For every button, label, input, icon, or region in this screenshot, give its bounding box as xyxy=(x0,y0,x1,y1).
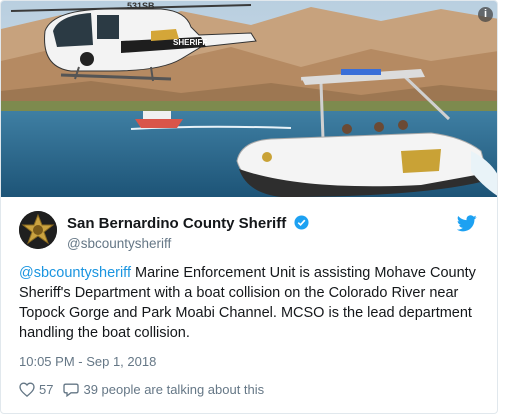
account-handle[interactable]: @sbcountysheriff xyxy=(67,236,171,251)
twitter-bird-icon[interactable] xyxy=(456,215,477,237)
tweet-card: SHERIFF 531SB i San Bernardino County Sh… xyxy=(0,0,498,414)
tweet-text: @sbcountysheriff Marine Enforcement Unit… xyxy=(19,263,489,343)
info-icon[interactable]: i xyxy=(478,7,493,22)
like-count: 57 xyxy=(39,382,54,397)
helicopter-tail-number: 531SB xyxy=(127,1,155,11)
tweet-actions: 57 39 people are talking about this xyxy=(19,382,264,397)
heart-icon xyxy=(19,382,35,397)
mention-link[interactable]: @sbcountysheriff xyxy=(19,265,131,281)
avatar[interactable] xyxy=(19,211,57,249)
tweet-photo[interactable]: SHERIFF 531SB i xyxy=(1,1,497,197)
account-name-row[interactable]: San Bernardino County Sheriff xyxy=(67,215,309,234)
account-name[interactable]: San Bernardino County Sheriff xyxy=(67,215,286,232)
photo-helicopter-and-boat: SHERIFF 531SB xyxy=(1,1,497,197)
helicopter-sheriff-text: SHERIFF xyxy=(173,38,207,47)
talking-count: 39 people are talking about this xyxy=(83,382,265,397)
conversation-link[interactable]: 39 people are talking about this xyxy=(63,382,264,397)
tweet-timestamp[interactable]: 10:05 PM - Sep 1, 2018 xyxy=(19,354,156,369)
sheriff-star-icon xyxy=(19,211,57,249)
like-button[interactable]: 57 xyxy=(19,382,53,397)
speech-bubble-icon xyxy=(63,383,80,397)
verified-badge-icon xyxy=(294,215,309,234)
tweet-header: San Bernardino County Sheriff @sbcountys… xyxy=(19,209,481,251)
